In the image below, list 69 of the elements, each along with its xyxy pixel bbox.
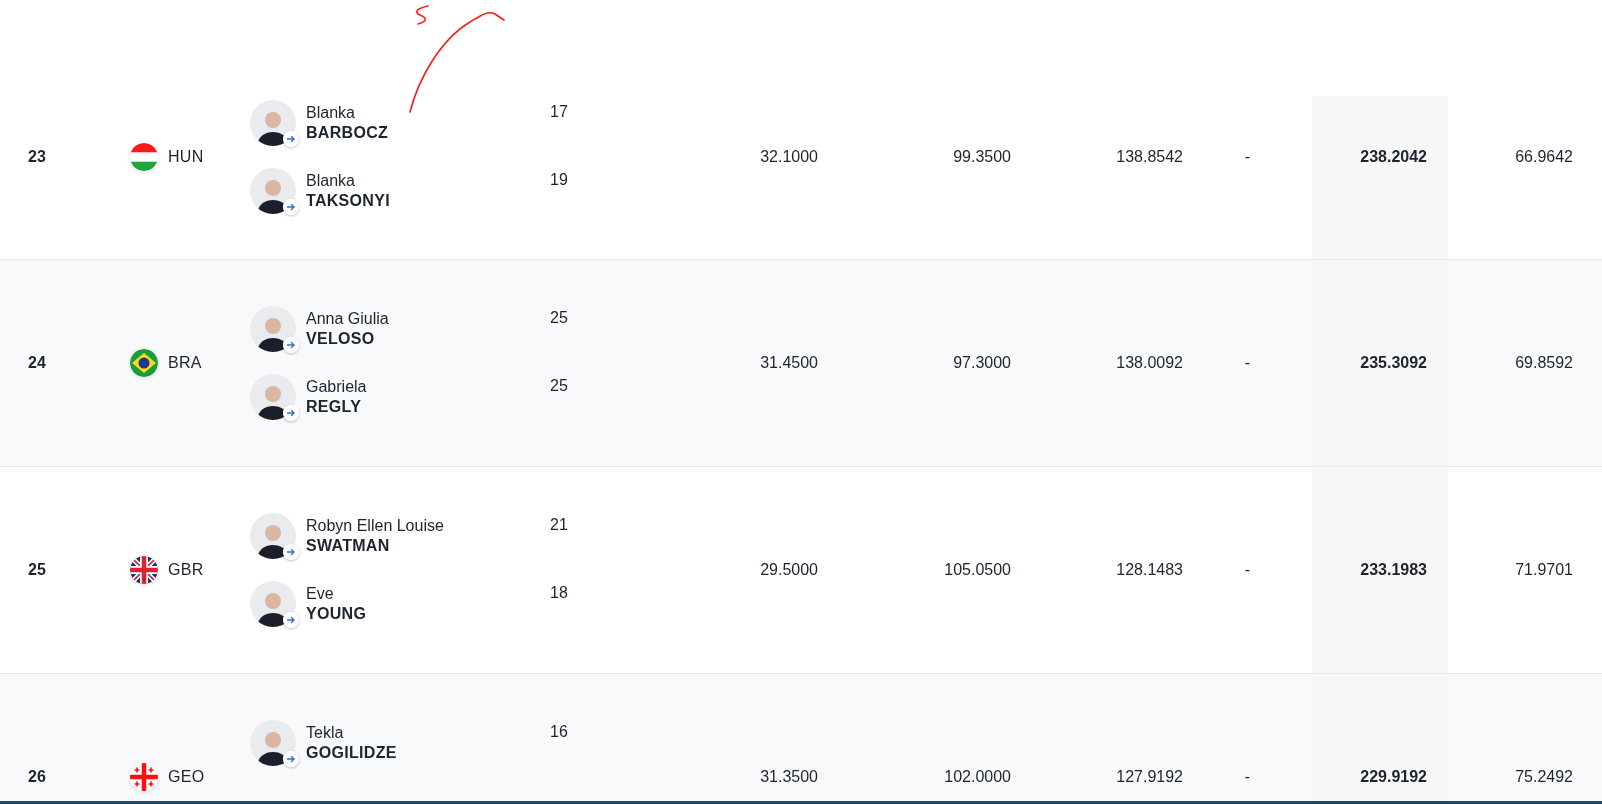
rank: 25	[28, 561, 46, 579]
athlete-first-name: Blanka	[306, 170, 356, 191]
athlete-last-name[interactable]: YOUNG	[306, 604, 367, 624]
score-value: 138.0092	[1116, 354, 1183, 372]
score-value: 138.8542	[1116, 147, 1183, 166]
arrow-icon[interactable]	[283, 612, 299, 628]
score-value: 128.1483	[1116, 561, 1183, 579]
score-value: -	[1244, 354, 1251, 372]
athlete-first-name: Blanka	[306, 102, 356, 123]
athlete-first-name: Gabriela	[306, 377, 367, 397]
score-value: 229.9192	[1360, 768, 1427, 786]
avatar-icon	[250, 720, 296, 766]
rank: 23	[28, 147, 46, 166]
country-code: BRA	[168, 354, 202, 372]
avatar-icon	[250, 306, 296, 352]
athlete-last-name[interactable]: VELOSO	[306, 329, 389, 349]
athlete-last-name[interactable]: REGLY	[306, 397, 367, 417]
athlete-age: 18	[550, 583, 568, 603]
score-value: 71.9701	[1515, 561, 1573, 579]
athlete-age: 17	[550, 101, 568, 122]
country-code: GBR	[168, 561, 204, 579]
score-value: 238.2042	[1360, 147, 1427, 166]
athlete-last-name[interactable]: GOGILIDZE	[306, 743, 397, 763]
score-value: 66.9642	[1515, 147, 1573, 166]
flag-icon	[130, 349, 158, 377]
arrow-icon[interactable]	[283, 751, 299, 767]
avatar-icon	[250, 513, 296, 559]
score-value: 29.5000	[760, 561, 818, 579]
arrow-icon[interactable]	[283, 405, 299, 421]
flag-icon	[130, 142, 158, 171]
score-value: -	[1244, 768, 1251, 786]
score-value: 102.0000	[944, 768, 1011, 786]
score-value: 31.4500	[760, 354, 818, 372]
score-value: 75.2492	[1515, 768, 1573, 786]
athlete-last-name[interactable]: SWATMAN	[306, 536, 444, 556]
arrow-icon[interactable]	[283, 337, 299, 353]
country-code: GEO	[168, 768, 205, 786]
athlete-age: 16	[550, 722, 568, 742]
score-value: 233.1983	[1360, 561, 1427, 579]
arrow-icon[interactable]	[283, 544, 299, 560]
score-value: 99.3500	[953, 147, 1011, 166]
athlete-age: 25	[550, 376, 568, 396]
avatar-icon	[250, 581, 296, 627]
athlete-first-name: Robyn Ellen Louise	[306, 516, 444, 536]
athlete-last-name[interactable]: TAKSONYI	[306, 190, 390, 211]
country-code: HUN	[168, 147, 204, 166]
score-value: 32.1000	[760, 147, 818, 166]
score-value: -	[1244, 147, 1251, 166]
athlete-first-name: Eve	[306, 584, 335, 604]
score-value: 235.3092	[1360, 354, 1427, 372]
avatar-icon	[250, 99, 296, 146]
rank: 24	[28, 354, 46, 372]
rank: 26	[28, 768, 46, 786]
score-value: 31.3500	[760, 768, 818, 786]
score-value: 105.0500	[944, 561, 1011, 579]
flag-icon	[130, 556, 158, 584]
athlete-first-name: Anna Giulia	[306, 309, 389, 329]
score-value: 69.8592	[1515, 354, 1573, 372]
score-value: 127.9192	[1116, 768, 1183, 786]
score-value: 97.3000	[953, 354, 1011, 372]
avatar-icon	[250, 374, 296, 420]
score-value: -	[1244, 561, 1251, 579]
athlete-age: 21	[550, 515, 568, 535]
flag-icon	[130, 763, 158, 791]
avatar-icon	[250, 167, 296, 214]
athlete-age: 25	[550, 308, 568, 328]
athlete-first-name: Tekla	[306, 723, 345, 743]
athlete-last-name[interactable]: BARBOCZ	[306, 122, 389, 143]
athlete-age: 19	[550, 169, 568, 190]
